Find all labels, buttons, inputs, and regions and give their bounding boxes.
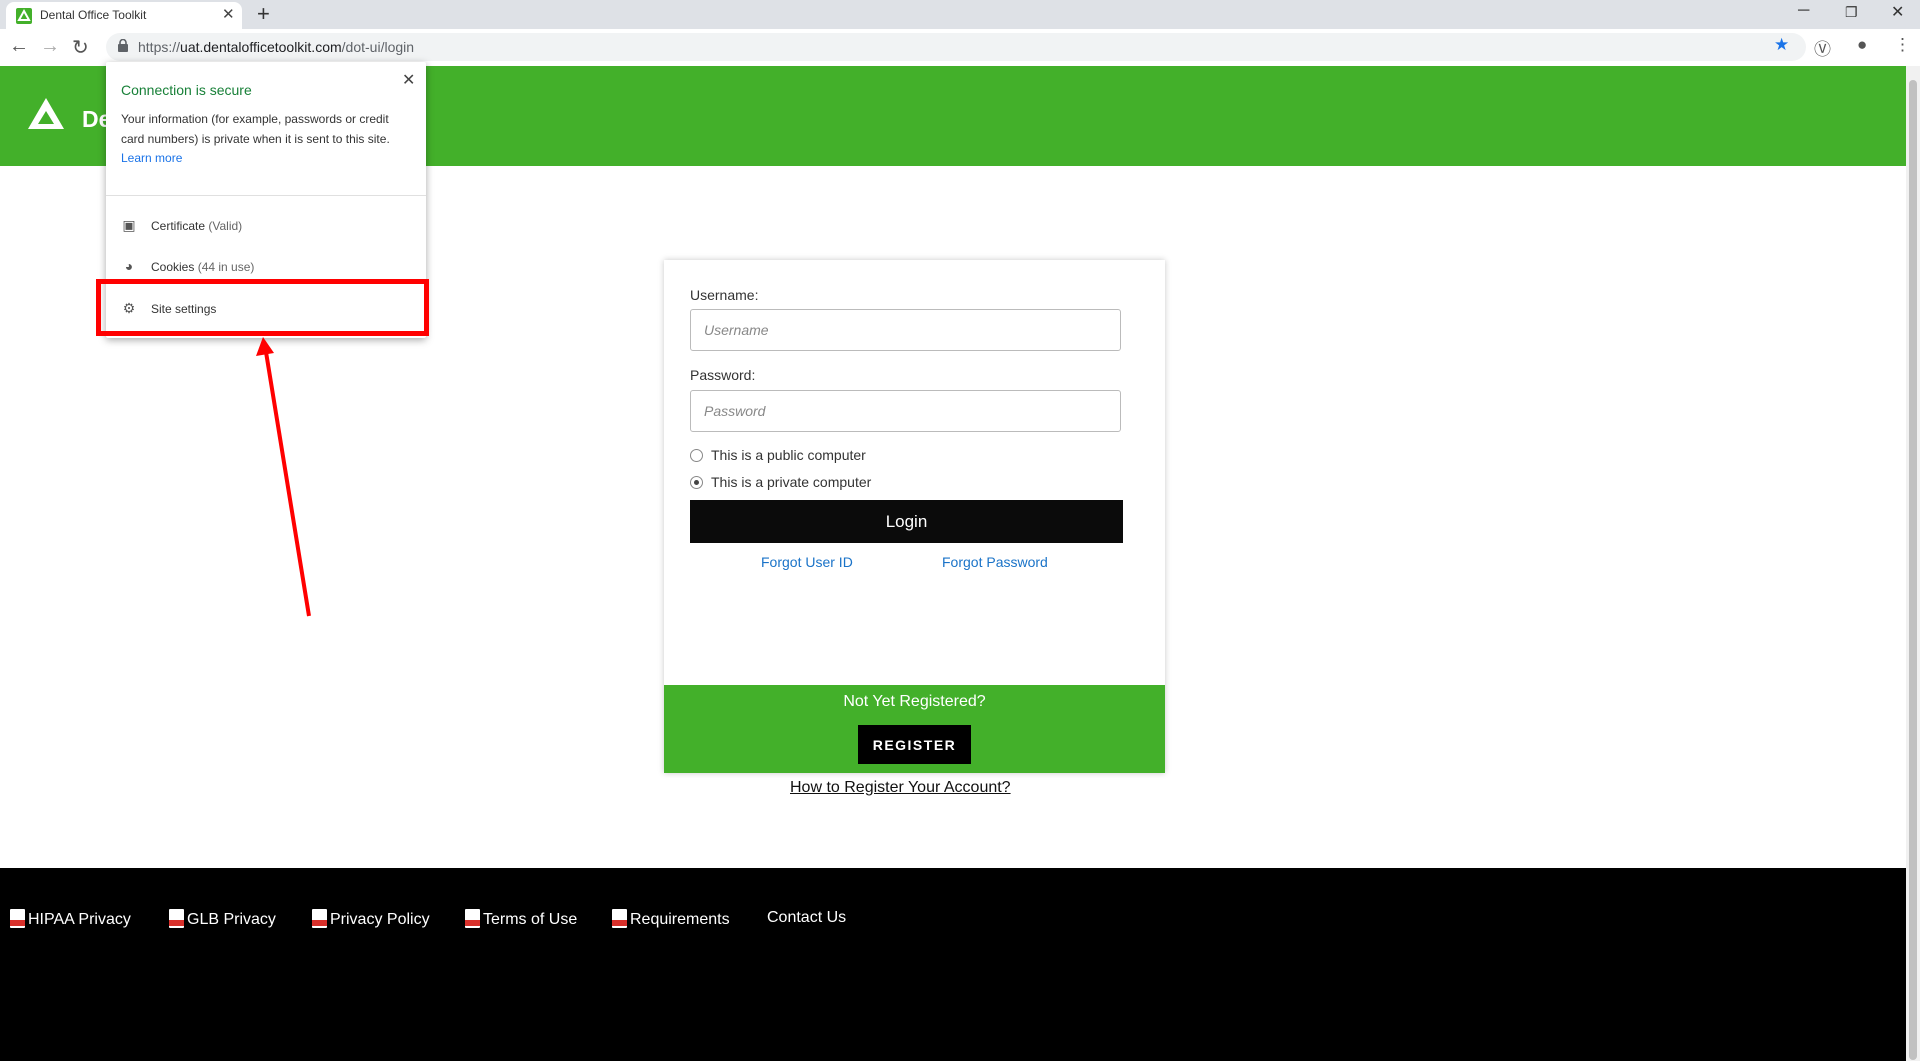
forgot-user-id-link[interactable]: Forgot User ID xyxy=(761,554,853,570)
cookies-item[interactable]: ◕ Cookies (44 in use) xyxy=(121,258,255,274)
footer-link-privacy-policy[interactable]: Privacy Policy xyxy=(312,909,430,929)
password-input[interactable] xyxy=(690,390,1121,432)
username-input[interactable] xyxy=(690,309,1121,351)
footer-link-glb[interactable]: GLB Privacy xyxy=(169,909,276,929)
not-registered-text: Not Yet Registered? xyxy=(843,693,986,710)
menu-dots-icon[interactable]: ⋮ xyxy=(1894,35,1911,55)
url-text: https://uat.dentalofficetoolkit.com/dot-… xyxy=(138,39,415,55)
popup-title: Connection is secure xyxy=(121,82,252,98)
certificate-icon: ▣ xyxy=(122,217,136,233)
pdf-icon xyxy=(312,909,327,928)
reload-icon[interactable]: ↻ xyxy=(72,35,89,60)
site-footer: HIPAA Privacy GLB Privacy Privacy Policy… xyxy=(0,868,1906,1061)
private-computer-radio[interactable] xyxy=(690,476,703,489)
forward-arrow-icon[interactable]: → xyxy=(40,35,60,58)
popup-close-icon[interactable]: ✕ xyxy=(402,70,415,90)
browser-tabstrip: Dental Office Toolkit ✕ + ─ ❐ ✕ xyxy=(0,0,1920,29)
footer-link-hipaa[interactable]: HIPAA Privacy xyxy=(10,909,131,929)
tab-close-icon[interactable]: ✕ xyxy=(222,5,235,23)
footer-link-contact[interactable]: Contact Us xyxy=(767,909,846,927)
back-arrow-icon[interactable]: ← xyxy=(9,35,29,58)
scrollbar-thumb[interactable] xyxy=(1909,80,1917,1060)
site-favicon-icon xyxy=(16,8,32,24)
page-scrollbar[interactable] xyxy=(1906,66,1920,1061)
popup-description: Your information (for example, passwords… xyxy=(121,112,390,146)
register-panel: Not Yet Registered? REGISTER xyxy=(664,685,1165,773)
pdf-icon xyxy=(10,909,25,928)
register-button[interactable]: REGISTER xyxy=(858,725,971,764)
tab-title: Dental Office Toolkit xyxy=(40,8,147,22)
cookie-icon: ◕ xyxy=(124,258,134,274)
how-to-register-link[interactable]: How to Register Your Account? xyxy=(790,779,1011,797)
footer-link-terms[interactable]: Terms of Use xyxy=(465,909,577,929)
address-bar[interactable]: https://uat.dentalofficetoolkit.com/dot-… xyxy=(106,33,1806,61)
profile-icon[interactable]: ● xyxy=(1857,35,1867,55)
popup-divider xyxy=(106,195,426,196)
browser-tab[interactable]: Dental Office Toolkit ✕ xyxy=(6,2,242,29)
public-computer-option[interactable]: This is a public computer xyxy=(690,447,866,463)
private-computer-label: This is a private computer xyxy=(711,474,872,490)
public-computer-radio[interactable] xyxy=(690,449,703,462)
annotation-highlight-box xyxy=(96,279,429,336)
forgot-password-link[interactable]: Forgot Password xyxy=(942,554,1048,570)
pdf-icon xyxy=(465,909,480,928)
private-computer-option[interactable]: This is a private computer xyxy=(690,474,871,490)
extension-icon[interactable]: Ⓥ xyxy=(1814,35,1831,60)
certificate-item[interactable]: ▣ Certificate (Valid) xyxy=(121,217,242,234)
password-label: Password: xyxy=(690,367,756,383)
bookmark-star-icon[interactable]: ★ xyxy=(1774,35,1789,55)
new-tab-icon[interactable]: + xyxy=(257,1,270,27)
username-label: Username: xyxy=(690,287,759,303)
minimize-icon[interactable]: ─ xyxy=(1798,2,1809,20)
login-button[interactable]: Login xyxy=(690,500,1123,543)
window-close-icon[interactable]: ✕ xyxy=(1891,2,1904,22)
pdf-icon xyxy=(612,909,627,928)
lock-icon[interactable] xyxy=(118,39,128,52)
restore-icon[interactable]: ❐ xyxy=(1845,4,1858,21)
learn-more-link[interactable]: Learn more xyxy=(121,151,182,165)
login-card: Username: Password: This is a public com… xyxy=(664,260,1165,773)
pdf-icon xyxy=(169,909,184,928)
public-computer-label: This is a public computer xyxy=(711,447,866,463)
footer-link-requirements[interactable]: Requirements xyxy=(612,909,730,929)
